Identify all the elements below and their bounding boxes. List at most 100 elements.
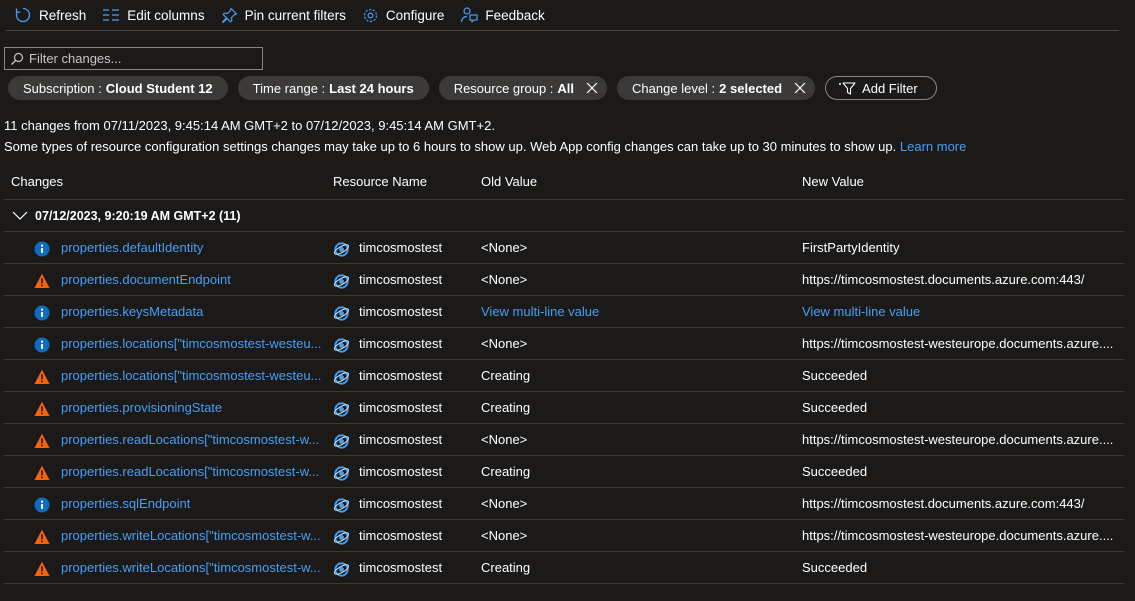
group-label: 07/12/2023, 9:20:19 AM GMT+2 (11): [35, 209, 241, 223]
group-header[interactable]: 07/12/2023, 9:20:19 AM GMT+2 (11): [4, 200, 1124, 232]
table-row[interactable]: properties.defaultIdentity timcosmostest <…: [4, 232, 1124, 264]
table-row[interactable]: properties.locations["timcosmostest-west…: [4, 328, 1124, 360]
delay-note: Some types of resource configuration set…: [4, 139, 966, 154]
table-row[interactable]: properties.readLocations["timcosmostest-…: [4, 424, 1124, 456]
filter-changes-search: [4, 47, 263, 70]
table-row[interactable]: properties.documentEndpoint timcosmostest…: [4, 264, 1124, 296]
cosmos-db-icon: [333, 561, 350, 581]
old-value-link[interactable]: View multi-line value: [481, 304, 781, 319]
cosmos-db-icon: [333, 529, 350, 549]
edit-columns-button[interactable]: Edit columns: [94, 2, 212, 28]
cosmos-db-icon: [333, 497, 350, 517]
filter-changes-input[interactable]: [29, 51, 249, 66]
new-value: FirstPartyIdentity: [802, 240, 900, 255]
change-property-link[interactable]: properties.locations["timcosmostest-west…: [61, 336, 327, 351]
change-property-link[interactable]: properties.defaultIdentity: [61, 240, 327, 255]
warning-icon: [34, 433, 50, 449]
change-property-link[interactable]: properties.writeLocations["timcosmostest…: [61, 560, 327, 575]
cosmos-db-icon: [333, 465, 350, 485]
change-property-link[interactable]: properties.documentEndpoint: [61, 272, 327, 287]
table-row[interactable]: properties.provisioningState timcosmostes…: [4, 392, 1124, 424]
change-property-link[interactable]: properties.locations["timcosmostest-west…: [61, 368, 327, 383]
change-property-link[interactable]: properties.provisioningState: [61, 400, 327, 415]
columns-icon: [103, 9, 120, 21]
new-value: Succeeded: [802, 400, 868, 415]
info-icon: [34, 497, 50, 513]
configure-button[interactable]: Configure: [354, 2, 453, 28]
cosmos-db-icon: [333, 337, 350, 357]
cosmos-db-icon: [333, 401, 350, 421]
old-value: Creating: [481, 368, 531, 383]
warning-icon: [34, 401, 50, 417]
filter-value: All: [557, 80, 575, 96]
changes-summary: 11 changes from 07/11/2023, 9:45:14 AM G…: [4, 118, 495, 133]
new-value: Succeeded: [802, 368, 868, 383]
resource-name: timcosmostest: [359, 464, 443, 479]
pin-filters-button[interactable]: Pin current filters: [213, 2, 354, 28]
old-value: <None>: [481, 528, 528, 543]
info-icon: [34, 337, 50, 353]
resource-name: timcosmostest: [359, 496, 443, 511]
filter-pills: Subscription : Cloud Student 12 Time rang…: [8, 76, 937, 100]
old-value: Creating: [481, 400, 531, 415]
refresh-label: Refresh: [39, 7, 87, 23]
cosmos-db-icon: [333, 369, 350, 389]
change-property-link[interactable]: properties.readLocations["timcosmostest-…: [61, 432, 327, 447]
chevron-down-icon[interactable]: [12, 209, 28, 221]
feedback-icon: [461, 7, 479, 23]
learn-more-link[interactable]: Learn more: [900, 139, 966, 154]
column-header-new-value[interactable]: New Value: [802, 174, 864, 189]
add-filter-icon: [839, 82, 856, 95]
refresh-button[interactable]: Refresh: [6, 2, 94, 28]
old-value: Creating: [481, 464, 531, 479]
resource-name: timcosmostest: [359, 528, 443, 543]
table-row[interactable]: properties.writeLocations["timcosmostest…: [4, 552, 1124, 584]
resource-name: timcosmostest: [359, 432, 443, 447]
old-value: <None>: [481, 272, 528, 287]
warning-icon: [34, 561, 50, 577]
table-row[interactable]: properties.keysMetadata timcosmostest View…: [4, 296, 1124, 328]
table-row[interactable]: properties.readLocations["timcosmostest-…: [4, 456, 1124, 488]
new-value: Succeeded: [802, 464, 868, 479]
resource-name: timcosmostest: [359, 272, 443, 287]
refresh-icon: [15, 7, 31, 23]
change-property-link[interactable]: properties.sqlEndpoint: [61, 496, 327, 511]
old-value: <None>: [481, 432, 528, 447]
delay-note-text: Some types of resource configuration set…: [4, 139, 897, 154]
resource-name: timcosmostest: [359, 240, 443, 255]
feedback-button[interactable]: Feedback: [452, 2, 552, 28]
filter-label: Subscription :: [23, 80, 102, 96]
remove-filter-close-icon[interactable]: [794, 82, 806, 94]
change-property-link[interactable]: properties.keysMetadata: [61, 304, 327, 319]
info-icon: [34, 241, 50, 257]
feedback-label: Feedback: [485, 7, 545, 23]
remove-filter-close-icon[interactable]: [586, 82, 598, 94]
new-value: Succeeded: [802, 560, 868, 575]
filter-pill-resource-group[interactable]: Resource group : All: [438, 76, 608, 100]
search-icon: [11, 52, 24, 65]
add-filter-button[interactable]: Add Filter: [825, 76, 937, 100]
new-value: https://timcosmostest-westeurope.documen…: [802, 432, 1114, 447]
filter-label: Time range :: [252, 80, 326, 96]
new-value: https://timcosmostest.documents.azure.co…: [802, 496, 1085, 511]
new-value-link[interactable]: View multi-line value: [802, 304, 1118, 319]
filter-pill-subscription[interactable]: Subscription : Cloud Student 12: [8, 76, 228, 100]
command-bar: Refresh Edit columns Pin current filters…: [6, 0, 1119, 31]
new-value: https://timcosmostest-westeurope.documen…: [802, 336, 1114, 351]
configure-label: Configure: [385, 7, 445, 23]
resource-name: timcosmostest: [359, 336, 443, 351]
cosmos-db-icon: [333, 273, 350, 293]
pin-filters-label: Pin current filters: [244, 7, 346, 23]
table-row[interactable]: properties.locations["timcosmostest-west…: [4, 360, 1124, 392]
column-header-resource-name[interactable]: Resource Name: [333, 174, 427, 189]
filter-pill-time-range[interactable]: Time range : Last 24 hours: [237, 76, 429, 100]
filter-pill-change-level[interactable]: Change level :2 selected: [617, 76, 816, 100]
table-row[interactable]: properties.sqlEndpoint timcosmostest <None…: [4, 488, 1124, 520]
change-property-link[interactable]: properties.readLocations["timcosmostest-…: [61, 464, 327, 479]
old-value: <None>: [481, 496, 528, 511]
warning-icon: [34, 465, 50, 481]
column-header-old-value[interactable]: Old Value: [481, 174, 537, 189]
table-row[interactable]: properties.writeLocations["timcosmostest…: [4, 520, 1124, 552]
column-header-changes[interactable]: Changes: [11, 174, 63, 189]
change-property-link[interactable]: properties.writeLocations["timcosmostest…: [61, 528, 327, 543]
